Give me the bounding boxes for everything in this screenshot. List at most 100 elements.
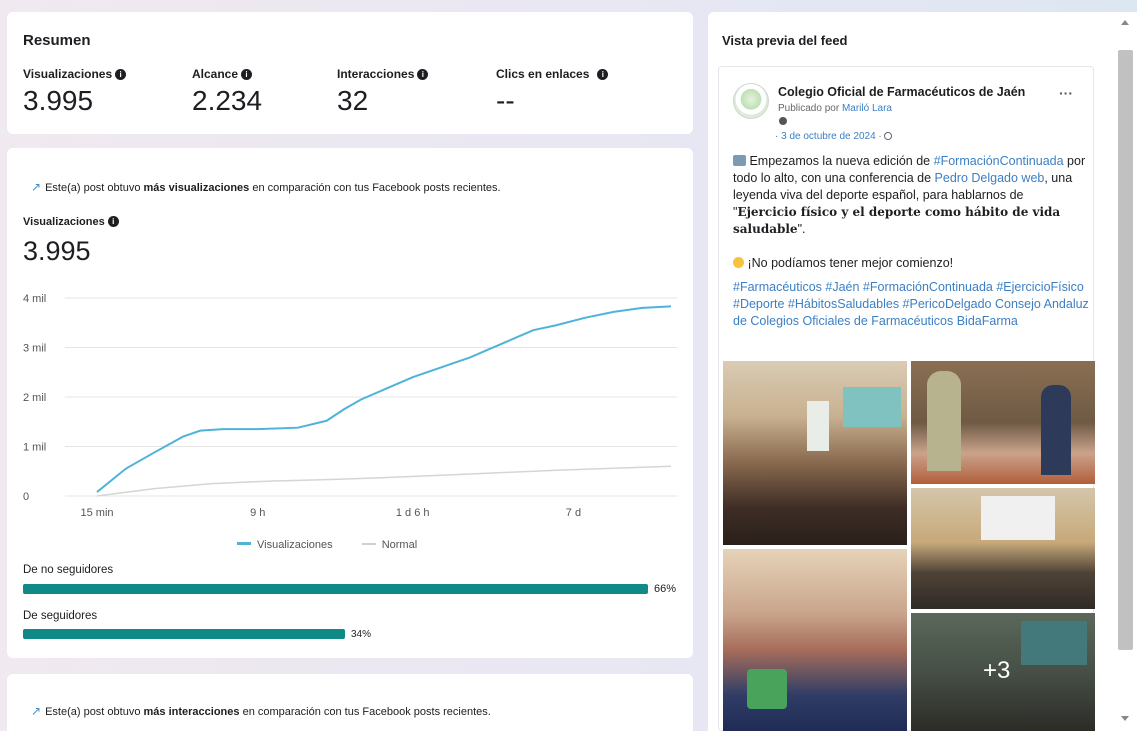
- post-text: ".: [797, 222, 806, 236]
- followers-percent: 34%: [351, 629, 372, 640]
- info-icon[interactable]: i: [107, 216, 119, 227]
- x-tick-label: 9 h: [250, 507, 265, 519]
- followers-label: De seguidores: [23, 610, 98, 622]
- photo-person: [1041, 385, 1071, 475]
- legend-item-normal[interactable]: Normal: [361, 539, 418, 551]
- globe-icon: [883, 132, 892, 140]
- location-icon: [779, 117, 787, 125]
- metric-interactions[interactable]: Interacciones i 32: [337, 67, 429, 117]
- feed-preview-panel: Vista previa del feed Colegio Oficial de…: [708, 12, 1137, 731]
- page-avatar[interactable]: [733, 83, 769, 119]
- post-date-text: · 3 de octubre de 2024 ·: [775, 131, 882, 142]
- photo-bag: [747, 669, 787, 709]
- y-tick-label: 0: [23, 491, 29, 503]
- hashtag-link[interactable]: #FormaciónContinuada: [934, 154, 1064, 168]
- views-value: 3.995: [23, 236, 91, 266]
- x-tick-label: 15 min: [80, 507, 113, 519]
- photo-conference-audience[interactable]: [723, 361, 907, 545]
- info-icon[interactable]: i: [241, 69, 253, 80]
- interactions-card: ↗ Este(a) post obtuvo más interacciones e…: [7, 674, 693, 731]
- trend-message: ↗ Este(a) post obtuvo más interacciones e…: [31, 704, 491, 718]
- feed-scrollbar[interactable]: [1114, 12, 1137, 731]
- chart-legend: Visualizaciones Normal: [237, 539, 417, 551]
- info-icon[interactable]: i: [417, 69, 429, 80]
- page-name[interactable]: Colegio Oficial de Farmacéuticos de Jaén: [778, 85, 1025, 99]
- post-text: ¡No podíamos tener mejor comienzo!: [744, 256, 954, 270]
- info-icon[interactable]: i: [597, 69, 609, 80]
- y-tick-label: 4 mil: [23, 293, 46, 305]
- post-text: Empezamos la nueva edición de: [746, 154, 934, 168]
- mention-link[interactable]: Pedro Delgado web: [935, 171, 1045, 185]
- metric-label: Alcance: [192, 67, 239, 81]
- views-card: ↗ Este(a) post obtuvo más visualizaciones…: [7, 148, 693, 658]
- series-line-normal[interactable]: [96, 465, 672, 497]
- post-hashtags[interactable]: #Farmacéuticos #Jaén #FormaciónContinuad…: [733, 279, 1089, 330]
- metric-label: Clics en enlaces: [496, 67, 590, 81]
- more-photos-count: +3: [983, 657, 1011, 684]
- non-followers-bar-fill: [23, 584, 648, 594]
- metric-value: 3.995: [23, 85, 94, 116]
- followers-bar: [23, 629, 345, 639]
- trend-text: Este(a) post obtuvo: [45, 706, 144, 718]
- post-body: Empezamos la nueva edición de #Formación…: [733, 153, 1089, 238]
- metric-views[interactable]: Visualizaciones i 3.995: [23, 67, 127, 117]
- views-label: Visualizaciones i: [23, 216, 119, 228]
- photo-more[interactable]: +3: [911, 613, 1095, 731]
- series-line-visualizaciones[interactable]: [96, 305, 672, 493]
- photo-audience-seats[interactable]: [723, 549, 907, 731]
- smile-emoji-icon: [733, 257, 744, 268]
- trend-bold: más interacciones: [143, 706, 240, 718]
- x-tick-label: 1 d 6 h: [396, 507, 430, 519]
- scroll-thumb[interactable]: [1118, 50, 1133, 650]
- trend-text: Este(a) post obtuvo: [45, 182, 144, 194]
- published-by: Publicado por Mariló Lara: [778, 103, 892, 114]
- published-by-prefix: Publicado por: [778, 103, 842, 114]
- metric-link-clicks[interactable]: Clics en enlaces i --: [496, 67, 609, 117]
- non-followers-label: De no seguidores: [23, 564, 114, 576]
- views-line-chart[interactable]: 0 1 mil 2 mil 3 mil 4 mil 15 min 9 h 1 d 6 h 7 …: [7, 288, 693, 568]
- non-followers-bar: [23, 584, 648, 594]
- metric-reach[interactable]: Alcance i 2.234: [192, 67, 262, 117]
- post-date[interactable]: · 3 de octubre de 2024 ·: [775, 131, 892, 142]
- photo-screen: [843, 387, 901, 427]
- publisher-link[interactable]: Mariló Lara: [842, 103, 892, 114]
- scroll-up-icon[interactable]: [1121, 20, 1129, 25]
- photo-banner: [807, 401, 829, 451]
- photo-screen: [981, 496, 1055, 540]
- feed-preview-title: Vista previa del feed: [722, 33, 848, 48]
- trend-up-icon: ↗: [31, 704, 42, 718]
- y-tick-label: 1 mil: [23, 442, 46, 454]
- y-tick-label: 3 mil: [23, 343, 46, 355]
- photo-panel-table[interactable]: [911, 488, 1095, 609]
- info-icon[interactable]: i: [115, 69, 127, 80]
- trend-bold: más visualizaciones: [143, 182, 250, 194]
- legend-swatch-normal: [361, 543, 376, 545]
- post-line-2: ¡No podíamos tener mejor comienzo!: [733, 255, 1089, 272]
- legend-item-views[interactable]: Visualizaciones: [237, 539, 333, 551]
- scroll-down-icon[interactable]: [1121, 716, 1129, 721]
- summary-card: Resumen Visualizaciones i 3.995 Alcance i …: [7, 12, 693, 134]
- trend-text-end: en comparación con tus Facebook posts re…: [239, 706, 491, 718]
- metric-value: --: [496, 85, 515, 116]
- feed-post: Colegio Oficial de Farmacéuticos de Jaén…: [718, 66, 1095, 731]
- metric-label: Visualizaciones: [23, 67, 113, 81]
- views-label-text: Visualizaciones: [23, 216, 105, 228]
- trend-up-icon: ↗: [31, 180, 42, 194]
- legend-label: Visualizaciones: [257, 539, 333, 551]
- legend-label: Normal: [381, 539, 418, 551]
- post-bold-text: Ejercicio físico y el deporte como hábit…: [733, 205, 1061, 236]
- summary-title: Resumen: [23, 32, 91, 49]
- photo-person: [927, 371, 961, 471]
- metric-value: 2.234: [192, 85, 263, 116]
- metric-label: Interacciones: [337, 67, 415, 81]
- non-followers-percent: 66%: [654, 583, 677, 595]
- trend-text-end: en comparación con tus Facebook posts re…: [249, 182, 501, 194]
- metric-value: 32: [337, 85, 369, 116]
- photo-speakers-standing[interactable]: [911, 361, 1095, 484]
- more-options-icon[interactable]: ···: [1059, 85, 1073, 101]
- emoji-icon: [733, 155, 746, 166]
- followers-bar-fill: [23, 629, 345, 639]
- x-tick-label: 7 d: [566, 507, 581, 519]
- y-tick-label: 2 mil: [23, 392, 46, 404]
- legend-swatch-views: [237, 542, 251, 545]
